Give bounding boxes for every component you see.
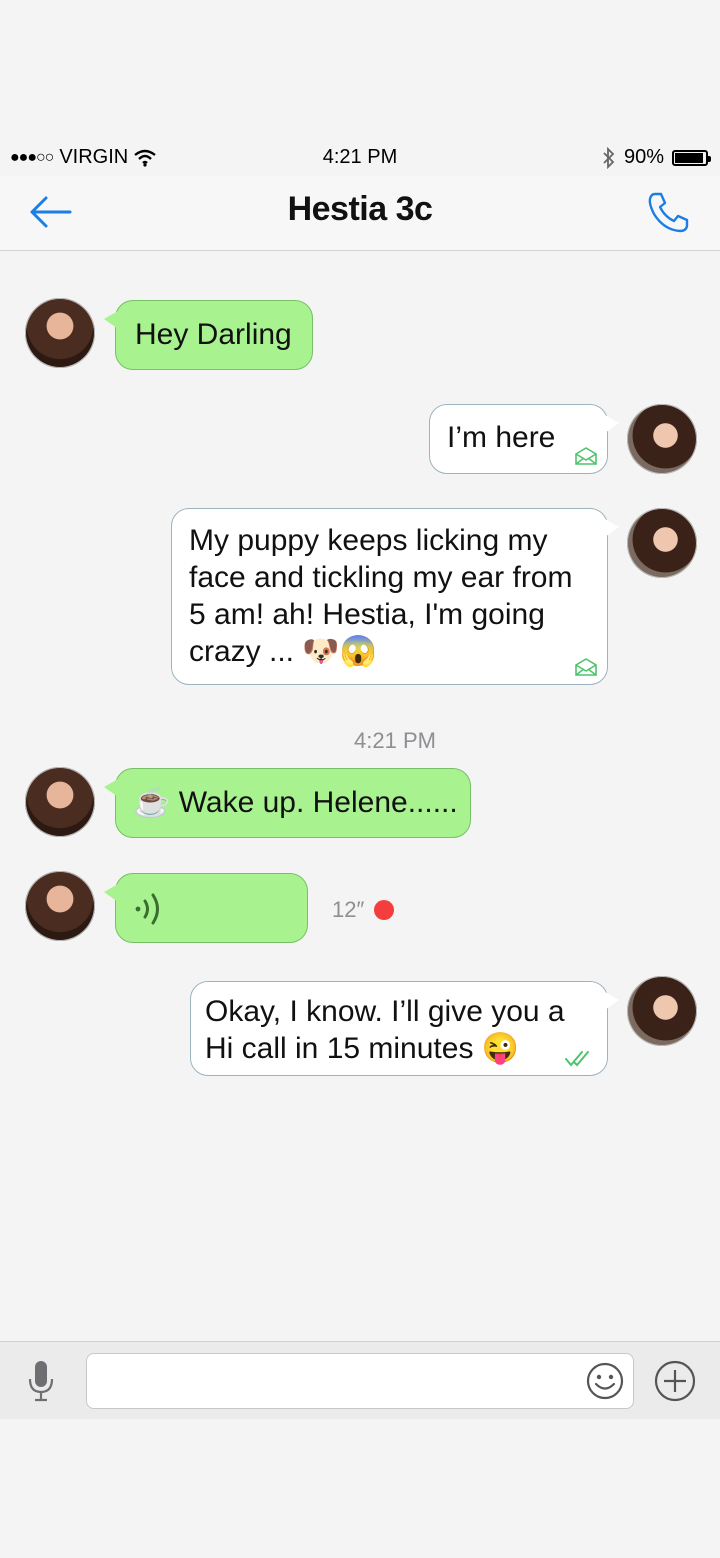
input-bar (0, 1341, 720, 1419)
delivered-envelope-icon (575, 447, 597, 465)
bubble-tail (104, 884, 118, 902)
microphone-icon[interactable] (26, 1359, 56, 1403)
voice-duration: 12″ (332, 897, 365, 922)
bubble-tail (605, 519, 619, 537)
phone-icon[interactable] (646, 190, 692, 234)
message-text: Hey Darling (135, 318, 292, 351)
contact-avatar[interactable] (25, 871, 95, 941)
message-bubble-outgoing[interactable]: My puppy keeps licking my face and tickl… (171, 508, 619, 685)
contact-avatar[interactable] (25, 767, 95, 837)
plus-icon[interactable] (654, 1360, 696, 1402)
bubble-tail (605, 992, 619, 1010)
chat-title: Hestia 3c (287, 190, 433, 228)
nav-bar: Hestia 3c (0, 176, 720, 251)
message-text: My puppy keeps licking my face and tickl… (189, 524, 573, 668)
unplayed-indicator (374, 900, 395, 920)
message-bubble-outgoing[interactable]: Okay, I know. I’ll give you a Hi call in… (190, 981, 619, 1076)
bubble-tail (104, 779, 118, 797)
message-input[interactable] (86, 1353, 634, 1409)
bubble-tail (605, 415, 619, 433)
message-bubble-incoming[interactable]: Hey Darling (104, 300, 313, 370)
bubble-tail (104, 311, 118, 329)
voice-message-bubble[interactable] (104, 873, 308, 943)
read-double-check-icon (565, 1051, 589, 1067)
my-avatar[interactable] (627, 508, 697, 578)
battery-percent: 90% (623, 146, 664, 168)
message-bubble-outgoing[interactable]: I’m here (429, 404, 619, 474)
message-text: I’m here (447, 421, 556, 454)
battery-icon (672, 149, 711, 166)
voice-meta: 12″ (332, 897, 395, 923)
my-avatar[interactable] (627, 976, 697, 1046)
my-avatar[interactable] (627, 404, 697, 474)
message-bubble-incoming[interactable]: ☕ Wake up. Helene...... (104, 768, 471, 838)
contact-avatar[interactable] (25, 298, 95, 368)
emoji-icon[interactable] (586, 1362, 624, 1400)
message-text: Okay, I know. I’ll give you a Hi call in… (205, 995, 565, 1065)
status-bar: ●●●○○ VIRGIN 4:21 PM 90% (0, 138, 720, 176)
message-timestamp: 4:21 PM (354, 728, 436, 753)
voice-wave-icon (135, 893, 159, 925)
message-text: ☕ Wake up. Helene...... (133, 786, 458, 819)
delivered-envelope-icon (575, 658, 597, 676)
bluetooth-icon (603, 146, 615, 169)
